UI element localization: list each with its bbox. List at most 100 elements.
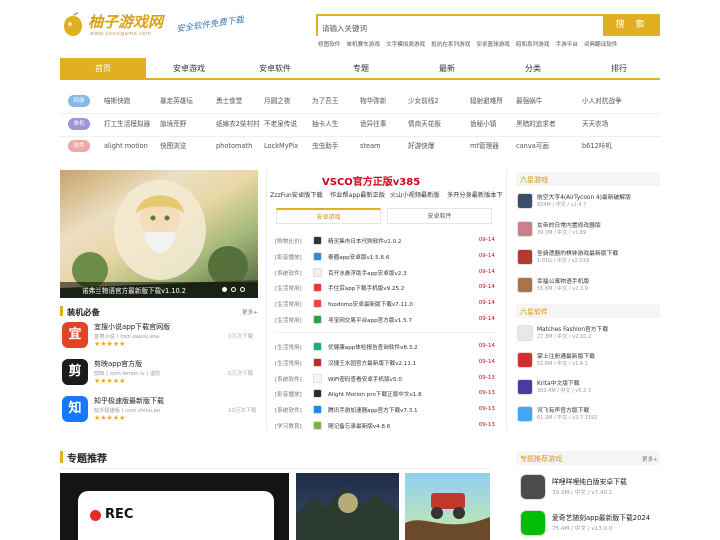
tag-link[interactable]: 少女前线2 [408, 93, 439, 109]
app-icon[interactable] [517, 325, 533, 341]
hot-word-link[interactable]: 安卓篮球游戏 [476, 42, 510, 48]
topic-card-game[interactable] [405, 473, 490, 540]
featured-banner[interactable] [60, 170, 258, 298]
news-list-item[interactable]: [购物比价] 精灵集市日本代购软件v1.0.2 09-14 [275, 233, 495, 249]
hot-word-link[interactable]: 抵抗在系列游戏 [431, 42, 470, 48]
app-name-link[interactable]: 讯飞有声官方版下载 [537, 405, 589, 414]
carousel-dot[interactable] [222, 287, 227, 292]
app-name-link[interactable]: Krita中文版下载 [537, 378, 580, 387]
tag-link[interactable]: 物华弥新 [360, 93, 386, 109]
app-icon[interactable] [517, 249, 533, 265]
nav-item[interactable]: 分类 [490, 58, 576, 80]
hot-word-link[interactable]: 手游平台 [555, 42, 577, 48]
nav-item[interactable]: 专题 [318, 58, 404, 80]
featured-link[interactable]: 多开分身最新版本下 [447, 190, 503, 199]
tag-link[interactable]: 情商天花板 [408, 116, 441, 132]
news-list-item[interactable]: [生活常用] 寻宝网交易平台app官方版v1.5.7 09-14 [275, 312, 495, 328]
tag-link[interactable]: 最强蜗牛 [516, 93, 542, 109]
featured-link[interactable]: 火山小视频最新版 [390, 190, 440, 199]
app-name-link[interactable]: 剪映app官方版 [94, 359, 142, 369]
site-logo-title[interactable]: 柚子游戏网 [88, 11, 163, 32]
carousel-dot[interactable] [231, 287, 236, 292]
tag-link[interactable]: 暴走英雄坛 [160, 93, 193, 109]
app-icon[interactable] [520, 474, 546, 500]
tag-link[interactable]: 小人对抗战争 [582, 93, 622, 109]
app-icon[interactable]: 宜 [62, 322, 88, 348]
item-title-link[interactable]: 汉捷王水园官方最新版下载v2.11.1 [328, 359, 416, 367]
tag-link[interactable]: 天天农场 [582, 116, 608, 132]
tag-link[interactable]: photomath [216, 138, 252, 154]
item-title-link[interactable]: 优健康app体检报告查询软件v8.3.2 [328, 343, 418, 351]
tag-link[interactable]: 为了吾王 [312, 93, 338, 109]
app-name-link[interactable]: 女帝的日常内置修改器版 [537, 220, 601, 229]
item-title-link[interactable]: 腾讯手游加速器app官方下载v7.3.1 [328, 406, 418, 414]
tab-android-software[interactable]: 安卓软件 [387, 208, 492, 224]
item-title-link[interactable]: 百开水悬浮助手app安卓版v2.3 [328, 269, 407, 277]
tag-link[interactable]: 虫虫助手 [312, 138, 338, 154]
news-list-item[interactable]: [生活常用] 手住赏app下载手机版v9.25.2 09-14 [275, 280, 495, 296]
hot-word-link[interactable]: 文字模拟类游戏 [386, 42, 425, 48]
item-title-link[interactable]: 寻宝网交易平台app官方版v1.5.7 [328, 316, 412, 324]
tag-link[interactable]: 好游快爆 [408, 138, 434, 154]
topic-card-recorder[interactable]: REC [60, 473, 289, 540]
news-list-item[interactable]: [生活常用] foodomo安卓最新版下载v7.11.0 09-14 [275, 296, 495, 312]
search-input[interactable] [318, 19, 603, 38]
tag-link[interactable]: 打工生活模拟器 [104, 116, 150, 132]
app-name-link[interactable]: 爱奇艺随刻app最新版下载2024 [552, 512, 650, 522]
topic-games-more-link[interactable]: 更多+ [642, 455, 658, 463]
tag-link[interactable]: 诡异往事 [360, 116, 386, 132]
app-name-link[interactable]: 宜搜小说app下载官网版 [94, 322, 170, 332]
news-list-item[interactable]: [影音播放] 泰圈app安卓版v1.5.6.6 09-14 [275, 249, 495, 265]
logo-icon[interactable] [62, 12, 84, 38]
app-name-link[interactable]: 圣骑遗器的棋钟游戏最新版下载 [537, 248, 618, 257]
hot-word-link[interactable]: 昭和系列游戏 [516, 42, 550, 48]
tag-link[interactable]: 抽卡人生 [312, 116, 338, 132]
tag-link[interactable]: 喵斯快跑 [104, 93, 130, 109]
tag-link[interactable]: b612咔叽 [582, 138, 612, 154]
topic-card-photo[interactable] [296, 473, 399, 540]
app-name-link[interactable]: 航空大亨4(AirTycoon 4)最新破解版 [537, 192, 631, 201]
featured-link[interactable]: ZzzFun安卓版下载 [270, 190, 323, 199]
item-title-link[interactable]: foodomo安卓最新版下载v7.11.0 [328, 300, 413, 308]
tag-link[interactable]: 旗境荒野 [160, 116, 186, 132]
tag-link[interactable]: alight motion [104, 138, 148, 154]
item-title-link[interactable]: 泰圈app安卓版v1.5.6.6 [328, 253, 389, 261]
nav-item[interactable]: 最新 [404, 58, 490, 80]
app-name-link[interactable]: 知乎极速版最新版下载 [94, 396, 164, 406]
tag-link[interactable]: mt管理器 [470, 138, 499, 154]
item-title-link[interactable]: Alight Motion pro下载正版中文v1.8 [328, 390, 422, 398]
news-list-item[interactable]: [系统软件] 腾讯手游加速器app官方下载v7.3.1 09-13 [275, 402, 495, 418]
hot-word-link[interactable]: 单机赛车游戏 [346, 42, 380, 48]
featured-link[interactable]: 作业帮app最新正版 [330, 190, 385, 199]
tag-link[interactable]: canva可画 [516, 138, 549, 154]
news-list-item[interactable]: [学习教育] 随记备忘录最新版v4.8.6 09-13 [275, 418, 495, 434]
app-name-link[interactable]: 幸福公寓物语手机版 [537, 276, 589, 285]
hot-word-link[interactable]: 修图软件 [318, 42, 340, 48]
nav-item[interactable]: 安卓游戏 [146, 58, 232, 80]
app-icon[interactable] [520, 510, 546, 536]
tag-link[interactable]: 纸嫁衣2奘村村 [216, 116, 260, 132]
app-icon[interactable] [517, 277, 533, 293]
tag-link[interactable]: 辐射避难所 [470, 93, 503, 109]
app-name-link[interactable]: 咩哩咩哩纯白版安卓下载 [552, 476, 627, 486]
tag-link[interactable]: 勇士食堂 [216, 93, 242, 109]
nav-item[interactable]: 首页 [60, 58, 146, 80]
news-list-item[interactable]: [系统软件] WiFi密码查看安卓手机版v5.0 09-13 [275, 371, 495, 387]
nav-item[interactable]: 排行 [576, 58, 662, 80]
featured-title[interactable]: VSCO官方正版v385 [322, 173, 420, 188]
tag-link[interactable]: 月圆之夜 [264, 93, 290, 109]
app-icon[interactable]: 剪 [62, 359, 88, 385]
tag-link[interactable]: steam [360, 138, 381, 154]
tag-link[interactable]: 不老泉传说 [264, 116, 297, 132]
news-list-item[interactable]: [影音播放] Alight Motion pro下载正版中文v1.8 09-13 [275, 386, 495, 402]
app-icon[interactable] [517, 406, 533, 422]
carousel-dot[interactable] [240, 287, 245, 292]
item-title-link[interactable]: 随记备忘录最新版v4.8.6 [328, 422, 390, 430]
nav-item[interactable]: 安卓软件 [232, 58, 318, 80]
item-title-link[interactable]: 精灵集市日本代购软件v1.0.2 [328, 237, 401, 245]
app-name-link[interactable]: 掌上注册通最新版下载 [537, 351, 595, 360]
news-list-item[interactable]: [系统软件] 百开水悬浮助手app安卓版v2.3 09-14 [275, 265, 495, 281]
app-icon[interactable] [517, 221, 533, 237]
item-title-link[interactable]: WiFi密码查看安卓手机版v5.0 [328, 375, 402, 383]
banner-caption[interactable]: 诺弗兰物语官方最新版下载v1.10.2 [82, 285, 186, 295]
